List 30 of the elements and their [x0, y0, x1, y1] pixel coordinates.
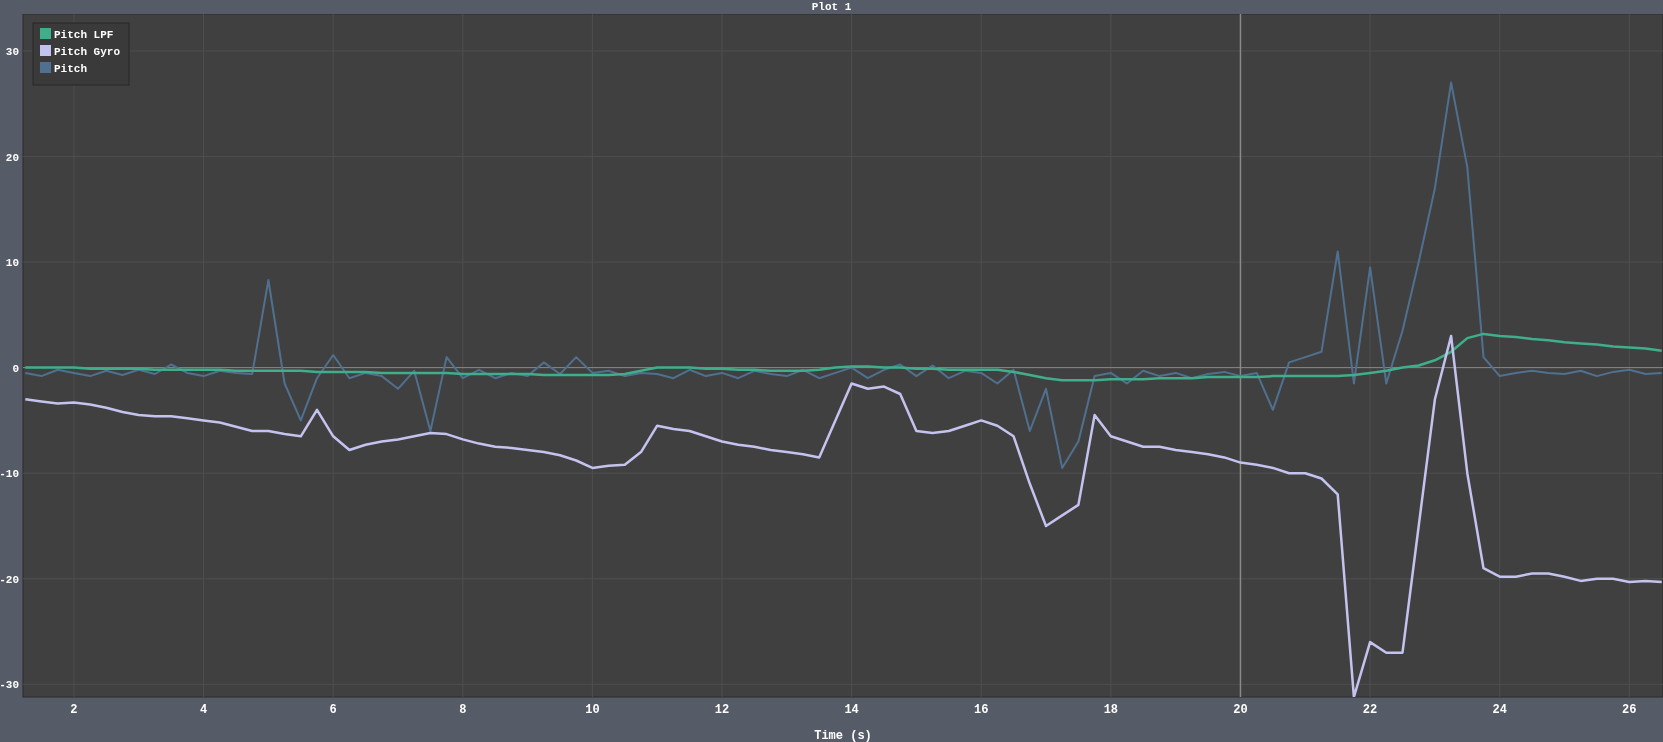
x-tick-label: 4	[199, 703, 208, 717]
x-tick-label: 18	[1103, 703, 1119, 717]
x-tick-label: 8	[459, 703, 467, 717]
y-tick-label: -30	[0, 679, 19, 692]
legend-label[interactable]: Pitch Gyro	[54, 46, 120, 58]
x-tick-label: 22	[1362, 703, 1378, 717]
legend-swatch[interactable]	[40, 45, 51, 56]
x-tick-label: 12	[714, 703, 730, 717]
x-tick-label: 26	[1622, 703, 1637, 717]
x-tick-label: 6	[329, 703, 337, 717]
legend-label[interactable]: Pitch LPF	[54, 29, 114, 41]
legend-swatch[interactable]	[40, 28, 51, 39]
y-tick-label: -10	[0, 468, 19, 481]
y-tick-label: 0	[12, 362, 19, 375]
x-axis-label: Time (s)	[814, 729, 872, 742]
x-tick-label: 14	[844, 703, 859, 717]
y-tick-label: 30	[5, 45, 19, 58]
x-tick-label: 2	[70, 703, 78, 717]
y-tick-label: 20	[5, 151, 19, 164]
plot-title: Plot 1	[811, 0, 852, 14]
marker-line[interactable]	[1239, 14, 1242, 698]
x-tick-label: 20	[1233, 703, 1248, 717]
y-tick-label: 10	[5, 257, 19, 270]
x-tick-label: 16	[974, 703, 989, 717]
x-tick-label: 10	[585, 703, 600, 717]
x-tick-label: 24	[1492, 703, 1507, 717]
plot-area[interactable]	[22, 14, 1663, 698]
legend-label[interactable]: Pitch	[54, 63, 87, 75]
y-tick-label: -20	[0, 573, 19, 586]
legend-swatch[interactable]	[40, 62, 51, 73]
